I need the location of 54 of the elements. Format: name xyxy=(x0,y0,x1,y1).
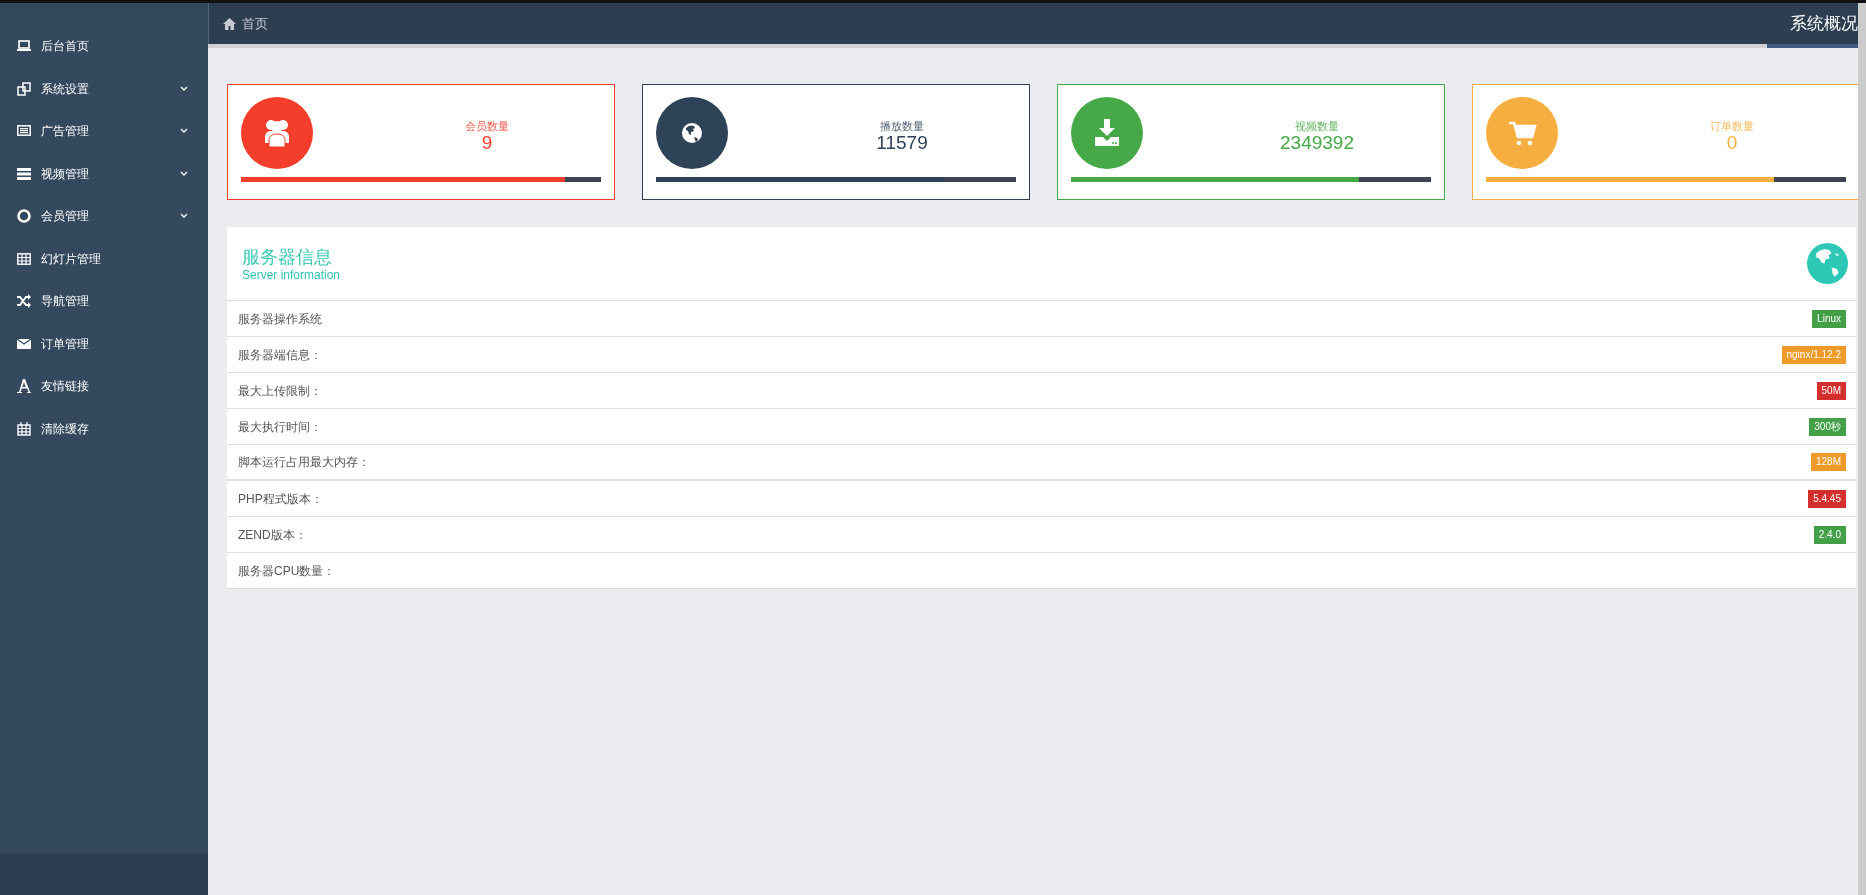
info-label: 最大上传限制： xyxy=(238,382,322,400)
menu-item-icon xyxy=(17,209,31,224)
menu-item-icon xyxy=(17,379,31,394)
breadcrumb-link[interactable]: 首页 xyxy=(242,13,268,34)
sidebar-item[interactable]: 广告管理 xyxy=(0,110,208,153)
sidebar-item[interactable]: 系统设置 xyxy=(0,67,208,110)
sidebar-item[interactable]: 视频管理 xyxy=(0,152,208,195)
home-icon xyxy=(223,17,236,30)
menu-item-icon xyxy=(17,124,31,139)
sidebar-item[interactable]: 友情链接 xyxy=(0,365,208,408)
stat-value: 0 xyxy=(1726,132,1738,153)
scrollbar[interactable] xyxy=(1858,3,1866,895)
info-badge: 5.4.45 xyxy=(1808,489,1846,508)
page-title: 系统概况 xyxy=(1790,12,1859,35)
info-badge: 50M xyxy=(1816,381,1846,400)
menu-item-icon xyxy=(17,336,31,351)
menu-item-icon xyxy=(17,251,31,266)
info-label: PHP程式版本： xyxy=(238,490,323,508)
stat-label: 视频数量 xyxy=(1295,119,1339,133)
menu-item-icon xyxy=(17,81,31,96)
stat-label: 订单数量 xyxy=(1710,119,1754,133)
info-label: 最大执行时间： xyxy=(238,418,322,436)
sidebar-item[interactable]: 导航管理 xyxy=(0,280,208,323)
globe-icon xyxy=(1807,243,1848,284)
chevron-down-icon xyxy=(180,85,188,92)
sidebar-item[interactable]: 后台首页 xyxy=(0,25,208,68)
chevron-down-icon xyxy=(180,213,188,220)
info-label: 服务器CPU数量： xyxy=(238,562,336,580)
menu-item-icon xyxy=(17,39,31,54)
sidebar-item[interactable]: 订单管理 xyxy=(0,322,208,365)
chevron-down-icon xyxy=(180,170,188,177)
info-label: 服务器端信息： xyxy=(238,346,322,364)
menu-item-icon xyxy=(17,421,31,436)
menu-item-icon xyxy=(17,166,31,181)
info-badge: nginx/1.12.2 xyxy=(1781,345,1846,364)
sidebar-item[interactable]: 清除缓存 xyxy=(0,407,208,450)
info-label: 服务器操作系统 xyxy=(238,310,322,328)
stat-value: 2349392 xyxy=(1280,132,1354,153)
stat-value: 11579 xyxy=(876,132,928,153)
sidebar-item[interactable]: 会员管理 xyxy=(0,195,208,238)
info-badge: Linux xyxy=(1812,309,1846,328)
chevron-down-icon xyxy=(180,128,188,135)
stat-label: 会员数量 xyxy=(465,119,509,133)
menu-item-icon xyxy=(17,294,31,309)
panel-subtitle: Server information xyxy=(242,267,341,282)
info-label: 脚本运行占用最大内存： xyxy=(238,454,370,471)
sidebar-item[interactable]: 幻灯片管理 xyxy=(0,237,208,280)
info-badge: 2.4.0 xyxy=(1813,525,1846,544)
info-badge: 300秒 xyxy=(1809,417,1846,436)
info-label: ZEND版本： xyxy=(238,526,307,544)
stat-value: 9 xyxy=(481,132,493,153)
panel-title: 服务器信息 xyxy=(242,245,333,268)
info-badge: 128M xyxy=(1811,453,1846,471)
stat-label: 播放数量 xyxy=(880,119,924,133)
